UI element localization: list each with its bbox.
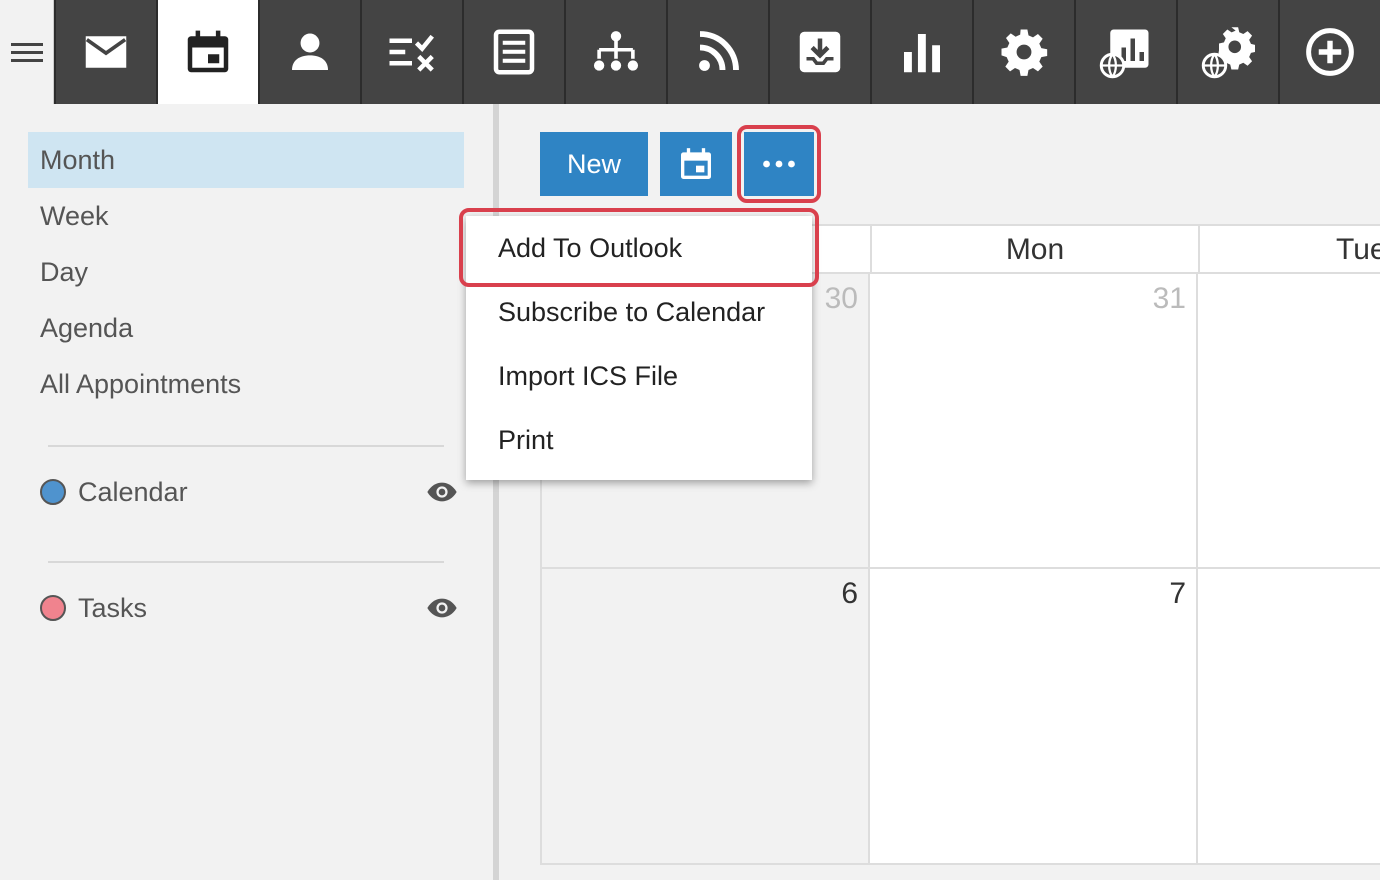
day-header-tue: Tue xyxy=(1198,224,1380,274)
calendar-icon xyxy=(187,30,229,73)
sidebar: Month Week Day Agenda All Appointments C… xyxy=(0,104,493,880)
rss-icon xyxy=(699,31,739,71)
notes-icon xyxy=(493,29,535,75)
calendar-icon xyxy=(681,148,711,179)
eye-icon[interactable] xyxy=(426,596,458,620)
mail-icon xyxy=(85,36,127,68)
view-item-agenda[interactable]: Agenda xyxy=(28,300,464,356)
view-item-month[interactable]: Month xyxy=(28,132,464,188)
eye-icon[interactable] xyxy=(426,480,458,504)
menu-item-highlight xyxy=(459,208,819,287)
new-button[interactable]: New xyxy=(540,132,648,196)
divider xyxy=(48,561,444,563)
tab-contacts[interactable] xyxy=(258,0,360,104)
top-toolbar xyxy=(0,0,1380,104)
inbox-download-icon xyxy=(799,31,841,73)
web-report-icon xyxy=(1099,29,1149,79)
day-header-mon: Mon xyxy=(870,224,1198,274)
tab-mail[interactable] xyxy=(54,0,156,104)
settings-icon xyxy=(1001,29,1048,76)
tasks-label: Tasks xyxy=(78,592,148,623)
calendar-color-dot xyxy=(40,479,66,505)
day-cell[interactable] xyxy=(1198,569,1380,865)
menu-item-import-ics-file[interactable]: Import ICS File xyxy=(466,344,812,408)
calendar-label: Calendar xyxy=(78,476,188,507)
web-settings-icon xyxy=(1201,27,1255,79)
tab-calendar[interactable] xyxy=(156,0,258,104)
tasks-color-dot xyxy=(40,595,66,621)
day-number: 31 xyxy=(1152,282,1186,315)
tab-org-chart[interactable] xyxy=(564,0,666,104)
hamburger-menu-button[interactable] xyxy=(0,0,54,104)
org-chart-icon xyxy=(593,31,639,71)
calendar-picker-button[interactable] xyxy=(660,132,732,196)
view-item-all-appointments[interactable]: All Appointments xyxy=(28,356,464,412)
view-item-day[interactable]: Day xyxy=(28,244,464,300)
menu-item-subscribe-to-calendar[interactable]: Subscribe to Calendar xyxy=(466,280,812,344)
day-number: 30 xyxy=(824,282,858,315)
calendar-list-item-calendar[interactable]: Calendar xyxy=(40,472,460,512)
tab-notes[interactable] xyxy=(462,0,564,104)
view-list: Month Week Day Agenda All Appointments xyxy=(28,132,464,412)
add-circle-icon xyxy=(1306,28,1354,76)
tab-add[interactable] xyxy=(1278,0,1380,104)
hamburger-icon xyxy=(10,38,43,67)
view-item-week[interactable]: Week xyxy=(28,188,464,244)
tab-web-report[interactable] xyxy=(1074,0,1176,104)
bar-chart-icon xyxy=(904,34,940,73)
tab-settings[interactable] xyxy=(972,0,1074,104)
menu-item-print[interactable]: Print xyxy=(466,408,812,472)
tab-tasks[interactable] xyxy=(360,0,462,104)
day-number: 6 xyxy=(841,577,858,610)
day-cell[interactable] xyxy=(1198,274,1380,569)
day-cell[interactable]: 31 xyxy=(870,274,1198,569)
divider xyxy=(48,445,444,447)
tab-web-settings[interactable] xyxy=(1176,0,1278,104)
tab-reports[interactable] xyxy=(870,0,972,104)
day-number: 7 xyxy=(1169,577,1186,610)
day-cell[interactable]: 6 xyxy=(540,569,870,865)
calendar-list-item-tasks[interactable]: Tasks xyxy=(40,588,460,628)
more-button-highlight xyxy=(737,125,821,203)
contacts-icon xyxy=(292,33,328,70)
day-cell[interactable]: 7 xyxy=(870,569,1198,865)
tab-rss[interactable] xyxy=(666,0,768,104)
tab-inbox-download[interactable] xyxy=(768,0,870,104)
tasks-icon xyxy=(389,34,434,72)
